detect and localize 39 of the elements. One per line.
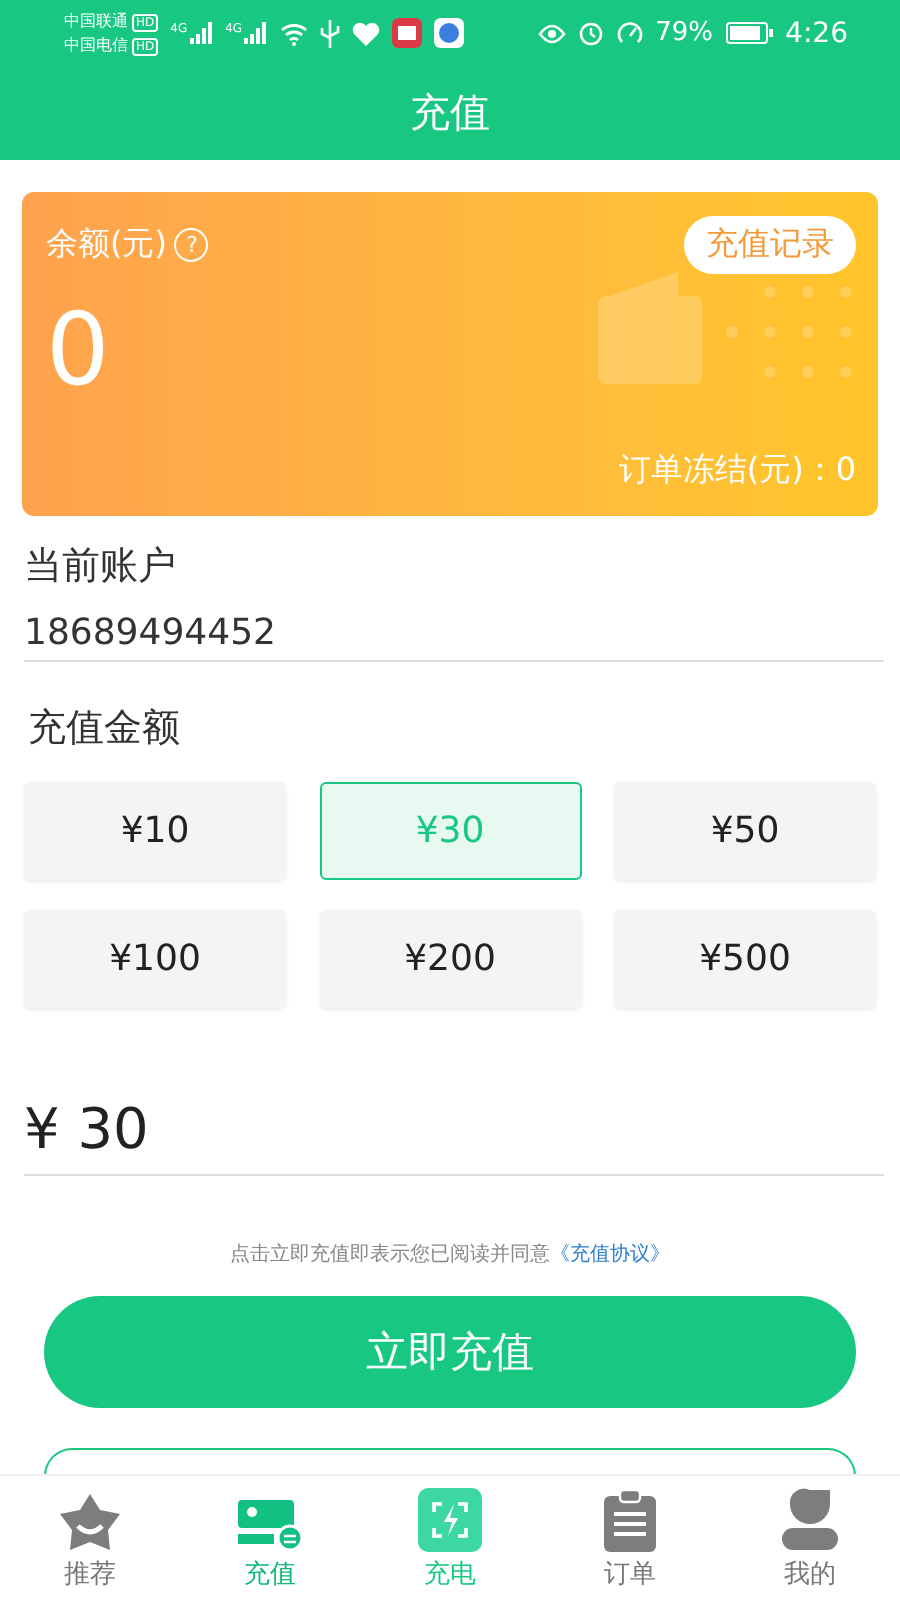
amount-option[interactable]: ¥500 <box>614 910 876 1008</box>
amount-option[interactable]: ¥100 <box>24 910 286 1008</box>
battery-icon <box>725 22 774 44</box>
person-icon <box>780 1488 840 1552</box>
account-label: 当前账户 <box>24 542 178 592</box>
carrier-name: 中国联通 <box>64 11 128 29</box>
amount-option[interactable]: ¥50 <box>614 782 876 880</box>
star-icon <box>56 1492 124 1552</box>
book-app-icon <box>392 18 423 48</box>
amount-label: 充值金额 <box>26 704 182 754</box>
heart-icon <box>352 21 381 45</box>
card-icon <box>236 1496 304 1552</box>
eye-icon <box>537 23 566 43</box>
agreement-link[interactable]: 《充值协议》 <box>550 1244 670 1266</box>
charge-scan-icon <box>418 1488 482 1552</box>
usb-icon <box>320 19 341 47</box>
amount-option[interactable]: ¥10 <box>24 782 286 880</box>
agreement-text: 点击立即充值即表示您已阅读并同意《充值协议》 <box>228 1241 672 1268</box>
amount-input[interactable]: ¥ 30 <box>24 1008 884 1176</box>
clipboard-icon <box>602 1488 658 1552</box>
signal-icon <box>244 22 269 44</box>
wifi-icon <box>280 21 309 45</box>
balance-amount: 0 <box>46 290 110 410</box>
speed-icon <box>615 20 644 46</box>
carrier-name: 中国电信 <box>64 35 128 53</box>
battery-percent: 79% <box>655 18 714 48</box>
tab-item[interactable]: 我的 <box>720 1476 900 1600</box>
clock-time: 4:26 <box>785 17 848 49</box>
amount-option[interactable]: ¥200 <box>319 910 581 1008</box>
alarm-icon <box>577 20 604 46</box>
tab-item[interactable]: 订单 <box>540 1476 720 1600</box>
account-number: 18689494452 <box>24 592 884 662</box>
signal-icon <box>189 22 214 44</box>
frozen-amount: 订单冻结(元)：0 <box>618 450 856 492</box>
tab-item[interactable]: 推荐 <box>0 1476 180 1600</box>
globe-app-icon <box>434 18 465 48</box>
tab-item[interactable]: 充值 <box>180 1476 360 1600</box>
balance-label: 余额(元) <box>46 224 167 266</box>
page-title: 充值 <box>408 86 492 140</box>
